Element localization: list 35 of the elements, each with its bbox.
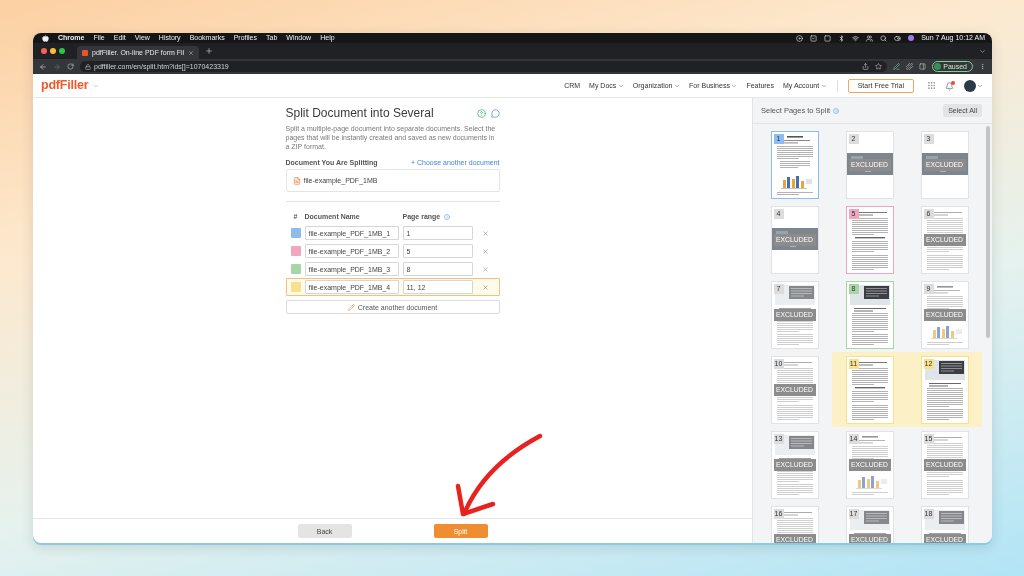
close-icon[interactable] <box>41 48 47 54</box>
bluetooth-icon[interactable] <box>838 34 846 42</box>
toggle-icon[interactable] <box>894 34 902 42</box>
site-icon <box>82 49 88 56</box>
reload-icon[interactable] <box>67 63 74 70</box>
close-icon[interactable] <box>188 49 195 56</box>
help-icon[interactable] <box>476 108 486 118</box>
orb-icon[interactable] <box>908 35 915 41</box>
checkbox-icon[interactable] <box>810 34 818 42</box>
back-icon[interactable] <box>39 62 47 71</box>
share-icon[interactable] <box>862 63 870 70</box>
form-title: Split Document into Several <box>285 106 434 120</box>
star-icon[interactable] <box>875 63 883 70</box>
apple-icon[interactable] <box>42 34 49 42</box>
people-icon[interactable] <box>866 34 874 42</box>
info-icon[interactable] <box>444 213 451 220</box>
new-tab-icon[interactable] <box>205 47 214 55</box>
avatar-icon[interactable] <box>964 79 976 92</box>
scrollbar[interactable] <box>986 126 990 338</box>
search-icon[interactable] <box>880 34 888 42</box>
maximize-icon[interactable] <box>59 48 65 54</box>
chat-icon[interactable] <box>490 108 500 118</box>
lock-icon <box>85 63 91 70</box>
bell-icon[interactable] <box>945 80 955 91</box>
caret-icon[interactable] <box>979 47 986 55</box>
disc-icon[interactable] <box>796 34 804 42</box>
avatar-icon <box>934 63 942 70</box>
puzzle-icon[interactable] <box>906 63 914 70</box>
minimize-icon[interactable] <box>50 48 56 54</box>
pencil-icon <box>347 303 355 311</box>
wifi-icon[interactable] <box>852 34 860 42</box>
grid-icon[interactable] <box>927 81 936 90</box>
document-icon <box>292 176 301 185</box>
sidebar-icon[interactable] <box>919 63 927 70</box>
pen-icon[interactable] <box>893 63 901 70</box>
